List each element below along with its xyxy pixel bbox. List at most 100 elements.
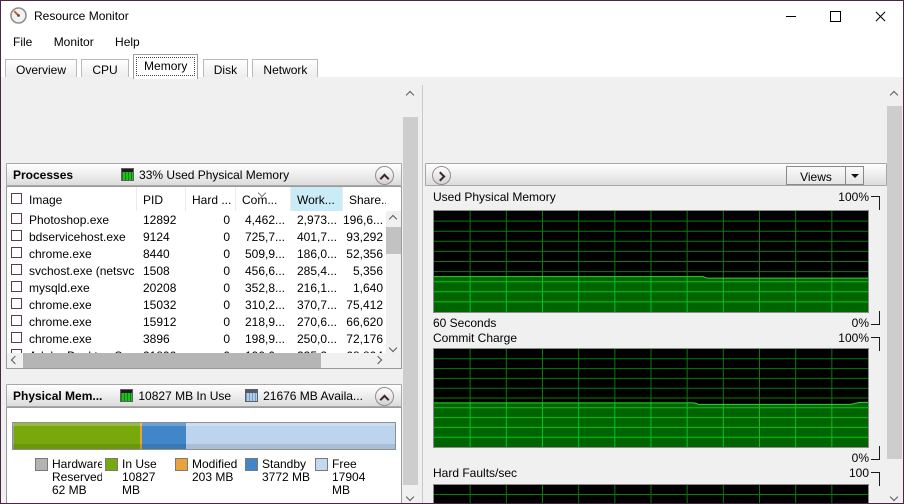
process-commit: 725,7... (244, 230, 285, 244)
views-button-label: Views (800, 170, 832, 184)
process-checkbox[interactable] (11, 332, 22, 343)
tab-cpu[interactable]: CPU (81, 59, 129, 79)
process-share: 93,292 (346, 230, 383, 244)
collapse-physical-memory-button[interactable] (375, 387, 394, 406)
graph-hard-faults-plot (433, 484, 869, 503)
legend-swatch (315, 458, 328, 471)
close-button[interactable] (858, 1, 903, 31)
scroll-down-icon[interactable] (889, 492, 899, 502)
scrollbar-thumb[interactable] (403, 117, 418, 485)
expand-graphs-button[interactable] (432, 166, 451, 185)
chevron-right-icon (435, 171, 446, 182)
process-working: 250,0... (296, 332, 337, 346)
bar-segment-free (186, 423, 395, 449)
scroll-up-icon[interactable] (889, 90, 899, 100)
processes-status: 33% Used Physical Memory (139, 167, 290, 182)
menu-help[interactable]: Help (106, 31, 149, 53)
process-share: 1,640 (352, 281, 383, 295)
in-use-status: 10827 MB In Use (138, 388, 232, 403)
process-row[interactable]: bdservicehost.exe 9124 0 725,7... 401,7... 93… (7, 228, 386, 245)
process-row[interactable]: chrome.exe 15912 0 218,9... 270,6... 66,620 (7, 313, 386, 330)
minimize-button[interactable] (768, 1, 813, 31)
graph-max-label: 100% (838, 331, 869, 345)
process-row[interactable]: Photoshop.exe 12892 0 4,462... 2,973... 196,6… (7, 211, 386, 228)
process-working: 285,4... (296, 264, 337, 278)
left-panel-scrollbar[interactable] (403, 87, 418, 503)
physical-memory-section-header[interactable]: Physical Mem... 10827 MB In Use 21676 MB… (6, 384, 402, 407)
column-header-hard-faults[interactable]: Hard ... (186, 187, 236, 211)
process-hard: 0 (223, 332, 230, 346)
process-commit: 509,9... (244, 247, 285, 261)
legend-label: Modified 203 MB (192, 458, 238, 484)
process-checkbox[interactable] (11, 298, 22, 309)
scroll-down-icon[interactable] (388, 343, 398, 353)
column-header-pid[interactable]: PID (137, 187, 186, 211)
graphs-section-header: Views (425, 163, 887, 186)
window-title: Resource Monitor (34, 9, 129, 23)
process-working: 216,1... (296, 281, 337, 295)
collapse-processes-button[interactable] (375, 166, 394, 185)
process-row[interactable]: chrome.exe 3896 0 198,9... 250,0... 72,176 (7, 330, 386, 347)
tab-memory[interactable]: Memory (133, 54, 199, 79)
menu-file[interactable]: File (4, 31, 41, 53)
available-status: 21676 MB Availa... (263, 388, 363, 403)
process-checkbox[interactable] (11, 264, 22, 275)
scale-bracket (871, 311, 880, 325)
maximize-button[interactable] (813, 1, 858, 31)
table-vertical-scrollbar[interactable] (386, 211, 401, 355)
process-checkbox[interactable] (11, 315, 22, 326)
process-row[interactable]: chrome.exe 8440 0 509,9... 186,0... 52,356 (7, 245, 386, 262)
process-row[interactable]: svchost.exe (netsvc... 1508 0 456,6... 285,4… (7, 262, 386, 279)
graph-title: Used Physical Memory (433, 190, 556, 204)
process-share: 72,176 (346, 332, 383, 346)
tab-disk[interactable]: Disk (202, 59, 249, 79)
right-panel-scrollbar[interactable] (887, 87, 902, 503)
process-checkbox[interactable] (11, 247, 22, 258)
process-checkbox[interactable] (11, 281, 22, 292)
scroll-down-icon[interactable] (405, 492, 415, 502)
titlebar: Resource Monitor (1, 1, 903, 31)
column-header-commit[interactable]: Com... (236, 187, 291, 211)
views-dropdown-button[interactable] (845, 167, 863, 184)
process-share: 52,356 (346, 247, 383, 261)
used-memory-mini-graph-icon (121, 168, 135, 181)
tab-network[interactable]: Network (252, 59, 319, 79)
column-header-image[interactable]: Image (7, 187, 137, 211)
process-working: 186,0... (296, 247, 337, 261)
physical-memory-panel: Hardware Reserved 62 MB In Use 10827 MB Mo… (6, 407, 402, 503)
select-all-checkbox[interactable] (11, 193, 22, 204)
minimize-icon (785, 15, 796, 17)
views-button[interactable]: Views (786, 166, 864, 185)
process-share: 5,356 (352, 264, 383, 278)
processes-title: Processes (13, 167, 74, 182)
scroll-up-icon[interactable] (405, 90, 415, 100)
scroll-left-icon[interactable] (10, 355, 20, 365)
process-share: 66,620 (346, 315, 383, 329)
column-header-shareable[interactable]: Share... (343, 187, 386, 211)
process-pid: 9124 (143, 230, 170, 244)
process-hard: 0 (223, 264, 230, 278)
process-row[interactable]: chrome.exe 15032 0 310,2... 370,7... 75,412 (7, 296, 386, 313)
resource-monitor-gauge-icon (10, 7, 27, 24)
process-row[interactable]: mysqld.exe 20208 0 352,8... 216,1... 1,640 (7, 279, 386, 296)
process-pid: 20208 (143, 281, 177, 295)
scrollbar-thumb[interactable] (887, 106, 902, 459)
maximize-icon (830, 10, 841, 22)
table-horizontal-scrollbar[interactable] (7, 353, 386, 368)
scale-bracket (871, 446, 880, 460)
scrollbar-thumb[interactable] (23, 353, 321, 368)
process-checkbox[interactable] (11, 213, 22, 224)
graph-max-label: 100% (838, 190, 869, 204)
graph-min-label: 0% (851, 316, 869, 330)
scroll-up-icon[interactable] (388, 214, 398, 224)
column-header-working-set[interactable]: Work... (291, 187, 343, 211)
scroll-right-icon[interactable] (373, 355, 383, 365)
scrollbar-thumb[interactable] (386, 227, 401, 254)
tab-overview[interactable]: Overview (5, 59, 78, 79)
memory-tab-content: Processes 33% Used Physical Memory Image… (1, 77, 903, 503)
process-pid: 1508 (143, 264, 170, 278)
menu-monitor[interactable]: Monitor (45, 31, 103, 53)
processes-section-header[interactable]: Processes 33% Used Physical Memory (6, 163, 402, 186)
process-commit: 4,462... (244, 213, 285, 227)
process-checkbox[interactable] (11, 230, 22, 241)
